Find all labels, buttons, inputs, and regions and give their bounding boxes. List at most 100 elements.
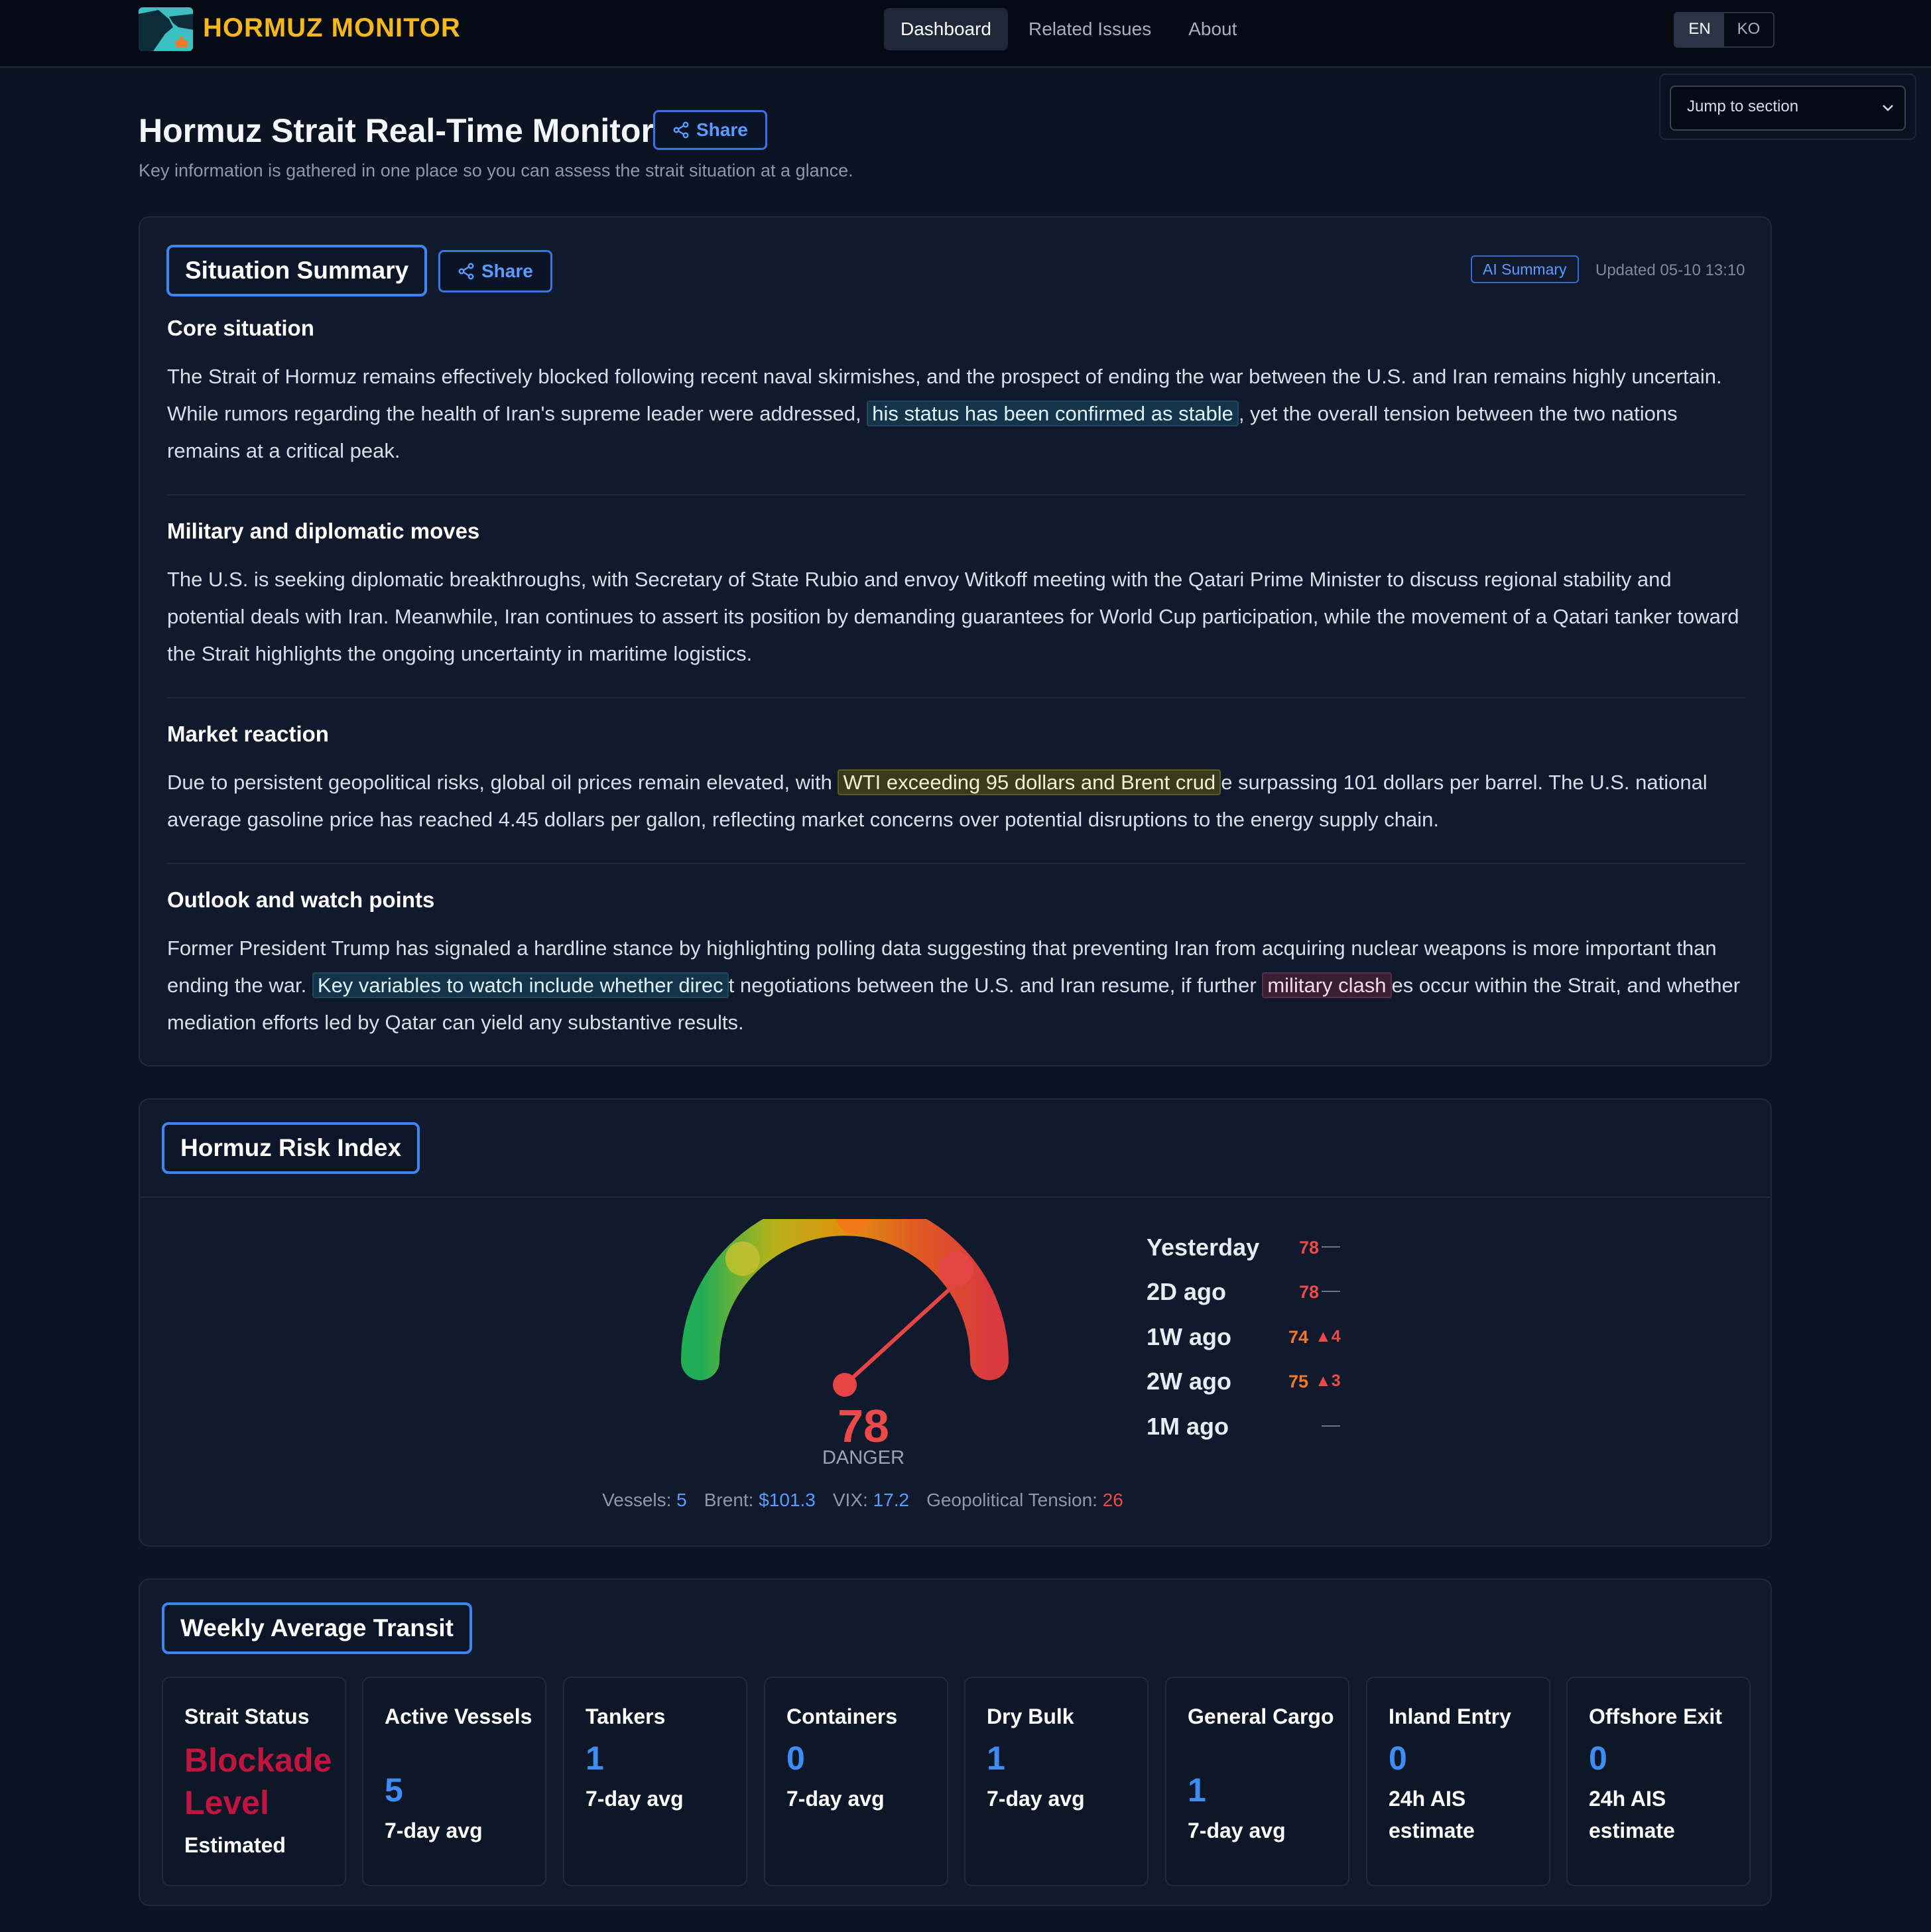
language-switcher: EN KO [1674, 12, 1775, 48]
tile-strait-status: Strait Status Blockade Level Estimated [162, 1677, 346, 1886]
tile-general-cargo: General Cargo 1 7-day avg [1165, 1677, 1349, 1886]
history-change: ▲4 [1315, 1327, 1341, 1346]
risk-stats: Vessels: 5 Brent: $101.3 VIX: 17.2 Geopo… [584, 1490, 1141, 1511]
chevron-down-icon [1883, 105, 1893, 111]
tile-containers: Containers 0 7-day avg [764, 1677, 948, 1886]
tile-dry-bulk: Dry Bulk 1 7-day avg [964, 1677, 1149, 1886]
gauge-marker-high [938, 1252, 973, 1287]
app-name[interactable]: HORMUZ MONITOR [203, 13, 461, 43]
share-label: Share [481, 261, 533, 281]
history-value: 78 [1298, 1282, 1319, 1302]
logo-icon[interactable] [139, 7, 193, 51]
highlight-text: military clash [1262, 972, 1392, 998]
nav-related-issues[interactable]: Related Issues [1012, 8, 1168, 50]
tile-sub: Estimated [184, 1833, 286, 1857]
risk-value: 78 [838, 1400, 889, 1452]
tile-label: Active Vessels [385, 1705, 532, 1728]
tile-label: Offshore Exit [1589, 1705, 1722, 1728]
summary-share-button[interactable]: Share [438, 250, 552, 292]
transit-tiles: Strait Status Blockade Level Estimated A… [162, 1677, 1751, 1886]
stat-brent: Brent: $101.3 [704, 1490, 816, 1510]
history-value: 78 [1298, 1238, 1319, 1257]
tile-sub: 7-day avg [987, 1787, 1085, 1811]
history-change: — [1322, 1235, 1340, 1256]
card-divider [140, 1196, 1771, 1198]
tile-sub: 7-day avg [385, 1819, 483, 1842]
tile-sub: 7-day avg [786, 1787, 885, 1811]
risk-index-card: Hormuz Risk Index 78 DANGER Vessels: 5 B… [139, 1098, 1772, 1547]
tile-value: 1 [987, 1740, 1005, 1777]
jump-select-label: Jump to section [1687, 97, 1799, 115]
top-navbar: HORMUZ MONITOR Dashboard Related Issues … [0, 0, 1931, 68]
weekly-transit-card: Weekly Average Transit Strait Status Blo… [139, 1578, 1772, 1906]
section-heading: Outlook and watch points [167, 887, 435, 912]
section-body: Due to persistent geopolitical risks, gl… [167, 769, 1708, 831]
summary-section-core: Core situation The Strait of Hormuz rema… [167, 316, 1745, 470]
stat-vix: VIX: 17.2 [832, 1490, 910, 1510]
tile-sub: 7-day avg [1188, 1819, 1286, 1842]
history-row: 2W ago 75 ▲3 [1147, 1365, 1345, 1398]
page-share-button[interactable]: Share [653, 110, 767, 150]
history-label: 1M ago [1147, 1413, 1229, 1440]
summary-section-military: Military and diplomatic moves The U.S. i… [167, 519, 1745, 673]
section-heading: Military and diplomatic moves [167, 519, 480, 543]
section-heading: Core situation [167, 316, 314, 340]
section-divider [167, 863, 1745, 864]
transit-title: Weekly Average Transit [162, 1602, 473, 1654]
stat-tension: Geopolitical Tension: 26 [926, 1490, 1123, 1510]
tile-label: General Cargo [1188, 1705, 1334, 1728]
gauge-marker-low [725, 1241, 760, 1276]
ai-summary-badge: AI Summary [1471, 255, 1579, 283]
tile-sub: 24h AIS estimate [1589, 1787, 1675, 1842]
tile-sub: 24h AIS estimate [1389, 1787, 1475, 1842]
tile-label: Strait Status [184, 1705, 310, 1728]
tile-tankers: Tankers 1 7-day avg [563, 1677, 747, 1886]
page-title: Hormuz Strait Real-Time Monitor [139, 112, 654, 149]
risk-title: Hormuz Risk Index [162, 1122, 420, 1174]
risk-level: DANGER [822, 1447, 905, 1468]
highlight-text: WTI exceeding 95 dollars and Brent crud [838, 769, 1221, 795]
jump-to-section-panel: Jump to section [1659, 74, 1916, 140]
section-body: Former President Trump has signaled a ha… [167, 936, 1741, 1034]
history-label: 2W ago [1147, 1368, 1232, 1395]
tile-value: 1 [1188, 1771, 1206, 1809]
stat-vessels: Vessels: 5 [602, 1490, 687, 1510]
history-value: 74 [1288, 1327, 1308, 1347]
tile-active-vessels: Active Vessels 5 7-day avg [362, 1677, 546, 1886]
tile-label: Inland Entry [1389, 1705, 1511, 1728]
tile-value: 1 [586, 1740, 604, 1777]
highlight-text: Key variables to watch include whether d… [312, 972, 729, 998]
history-change: — [1322, 1414, 1340, 1435]
section-divider [167, 697, 1745, 698]
summary-section-outlook: Outlook and watch points Former Presiden… [167, 887, 1745, 1041]
history-row: 1W ago 74 ▲4 [1147, 1320, 1345, 1354]
history-row: 1M ago — [1147, 1410, 1345, 1443]
lang-ko-button[interactable]: KO [1724, 13, 1773, 46]
situation-summary-card: Situation Summary Share AI Summary Updat… [139, 216, 1772, 1066]
tile-label: Dry Bulk [987, 1705, 1074, 1728]
tile-value: 0 [1589, 1740, 1607, 1777]
history-change: — [1322, 1279, 1340, 1300]
history-change: ▲3 [1315, 1372, 1341, 1390]
history-value: 75 [1288, 1372, 1308, 1391]
gauge-hub [833, 1373, 857, 1397]
page-subtitle: Key information is gathered in one place… [139, 161, 853, 180]
lang-en-button[interactable]: EN [1675, 13, 1724, 46]
gauge-needle [843, 1283, 956, 1387]
summary-section-market: Market reaction Due to persistent geopol… [167, 722, 1745, 838]
tile-inland-entry: Inland Entry 0 24h AIS estimate [1366, 1677, 1550, 1886]
jump-to-section-select[interactable]: Jump to section [1670, 86, 1906, 131]
history-row: 2D ago 78 — [1147, 1275, 1345, 1309]
share-label: Share [696, 119, 748, 140]
tile-value: 0 [786, 1740, 805, 1777]
summary-title: Situation Summary [166, 245, 428, 296]
section-heading: Market reaction [167, 722, 329, 746]
history-label: 1W ago [1147, 1323, 1232, 1350]
section-body: The U.S. is seeking diplomatic breakthro… [167, 568, 1739, 665]
nav-about[interactable]: About [1172, 8, 1253, 50]
tile-sub: 7-day avg [586, 1787, 684, 1811]
nav-dashboard[interactable]: Dashboard [884, 8, 1008, 50]
tile-label: Containers [786, 1705, 898, 1728]
main-nav: Dashboard Related Issues About [884, 8, 1253, 50]
share-icon [458, 263, 474, 280]
